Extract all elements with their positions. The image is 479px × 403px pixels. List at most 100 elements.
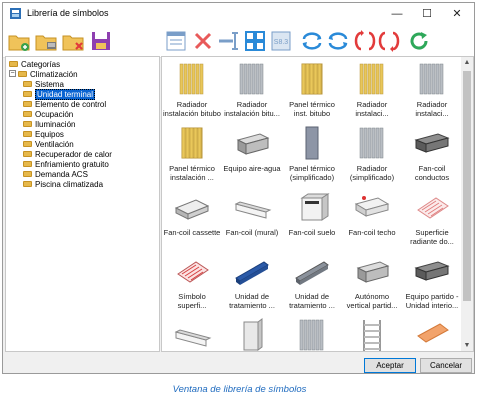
symbol-caption-line1: Radiador <box>176 100 208 109</box>
rotate-icon[interactable] <box>353 29 377 53</box>
export-icon[interactable] <box>326 29 350 53</box>
import-icon[interactable] <box>300 29 324 53</box>
symbol-caption-line1: Panel térmico <box>289 100 335 109</box>
folder-icon <box>23 120 32 127</box>
symbol-caption-line2: conductos <box>414 173 450 182</box>
symbol-caption-line1: Fan-coil techo <box>348 228 396 237</box>
minimize-button[interactable]: — <box>382 3 412 25</box>
symbol-grid[interactable]: Radiador instalación bitubo Radiador instal… <box>161 56 461 352</box>
symbol-caption: Fan-coil suelo <box>282 228 342 237</box>
symbol-item[interactable]: Panel térmico instalación ... <box>162 124 222 188</box>
symbol-item[interactable]: Radiador instalaci... <box>402 60 461 124</box>
flip-icon[interactable] <box>377 29 401 53</box>
symbol-item[interactable]: Unidad de tratamiento ... <box>222 252 282 316</box>
delete-folder-icon[interactable] <box>61 29 85 53</box>
tree-item[interactable]: Unidad terminal <box>23 89 96 100</box>
metadata-icon[interactable]: S8.3 <box>269 29 293 53</box>
symbol-caption-line2: radiante do... <box>410 237 454 246</box>
symbol-item[interactable] <box>162 316 222 351</box>
symbol-caption: Panel térmico inst. bitubo <box>282 100 342 118</box>
insert-icon[interactable] <box>217 29 241 53</box>
cassette-icon <box>174 199 210 220</box>
symbol-item[interactable]: Equipo partido - Unidad interio... <box>402 252 461 316</box>
symbol-caption-line1: Fan-coil cassette <box>163 228 221 237</box>
symbol-item[interactable]: Fan-coil (mural) <box>222 188 282 252</box>
symbol-item[interactable] <box>402 316 461 351</box>
symbol-item[interactable] <box>282 316 342 351</box>
symbol-caption-line2: Unidad interio... <box>405 301 459 310</box>
symbol-item[interactable]: Símbolo superfi... <box>162 252 222 316</box>
close-button[interactable]: ✕ <box>442 3 472 25</box>
symbol-item[interactable]: Panel térmico (simplificado) <box>282 124 342 188</box>
panel-yellow-icon <box>181 127 203 159</box>
tree-item-label: Iluminación <box>35 120 76 129</box>
symbol-caption-line1: Fan-coil (mural) <box>225 228 279 237</box>
tree-item-label: Demanda ACS <box>35 170 88 179</box>
tree-item-label: Elemento de control <box>35 100 107 109</box>
folder-icon <box>23 160 32 167</box>
refresh-icon[interactable] <box>407 29 431 53</box>
tree-item[interactable]: Equipos <box>23 130 64 140</box>
symbol-item[interactable]: Unidad de tratamiento ... <box>282 252 342 316</box>
accept-button[interactable]: Aceptar <box>364 358 416 373</box>
scroll-up-icon[interactable]: ▲ <box>461 57 473 69</box>
symbol-item[interactable]: Radiador (simplificado) <box>342 124 402 188</box>
symbol-caption-line1: Radiador <box>236 100 268 109</box>
symbol-caption-line2: instalación bitu... <box>224 109 280 118</box>
symbol-caption: Fan-coil (mural) <box>222 228 282 237</box>
symbol-caption-line1: Fan-coil suelo <box>288 228 336 237</box>
symbol-item[interactable]: Radiador instalación bitubo <box>162 60 222 124</box>
symbol-item[interactable]: Superficie radiante do... <box>402 188 461 252</box>
window-title: Librería de símbolos <box>27 8 109 18</box>
category-tree[interactable]: Categorías − Climatización Sistema Unidad … <box>5 56 160 352</box>
symbol-item[interactable]: Radiador instalaci... <box>342 60 402 124</box>
tree-item[interactable]: Enfriamiento gratuito <box>23 160 109 170</box>
symbol-item[interactable]: Radiador instalación bitu... <box>222 60 282 124</box>
scroll-down-icon[interactable]: ▼ <box>461 340 473 352</box>
collapse-icon[interactable]: − <box>9 70 16 78</box>
mural-icon <box>234 201 272 219</box>
symbol-item[interactable]: Autónomo vertical partid... <box>342 252 402 316</box>
folder-edit-icon[interactable] <box>34 29 58 53</box>
tree-item[interactable]: Piscina climatizada <box>23 180 103 190</box>
symbol-item[interactable] <box>342 316 402 351</box>
radiator-yellow-icon <box>359 63 384 95</box>
symbol-item[interactable]: Panel térmico inst. bitubo <box>282 60 342 124</box>
radiator-gray-icon <box>359 127 384 159</box>
figure-caption: Ventana de librería de símbolos <box>172 384 307 395</box>
panel-yellow-icon <box>301 63 323 95</box>
symbol-item[interactable]: Equipo aire-agua <box>222 124 282 188</box>
tree-item[interactable]: Iluminación <box>23 120 75 130</box>
tree-item-label: Piscina climatizada <box>35 180 104 189</box>
symbol-caption-line1: Radiador <box>416 100 448 109</box>
radiator-gray-icon <box>239 63 264 95</box>
cancel-button[interactable]: Cancelar <box>420 358 472 373</box>
maximize-button[interactable]: ☐ <box>412 3 442 25</box>
new-folder-icon[interactable] <box>7 29 31 53</box>
tree-item[interactable]: Recuperador de calor <box>23 150 112 160</box>
tree-item[interactable]: Ventilación <box>23 140 74 150</box>
tree-root[interactable]: Categorías <box>9 60 60 70</box>
symbol-caption-line2: vertical partid... <box>346 301 398 310</box>
symbol-item[interactable]: Fan-coil suelo <box>282 188 342 252</box>
tree-item[interactable]: Ocupación <box>23 110 73 120</box>
symbol-item[interactable] <box>222 316 282 351</box>
folder-icon <box>23 110 32 117</box>
vertical-scrollbar[interactable]: ▲ ▼ <box>461 56 474 352</box>
form-icon[interactable] <box>164 29 188 53</box>
tree-item[interactable]: Elemento de control <box>23 100 106 110</box>
scroll-thumb[interactable] <box>463 71 471 301</box>
delete-icon[interactable] <box>191 29 215 53</box>
grid-view-icon[interactable] <box>243 29 267 53</box>
radiator-gray-icon <box>299 319 324 351</box>
symbol-caption: Unidad de tratamiento ... <box>282 292 342 310</box>
tree-group[interactable]: − Climatización <box>9 70 78 80</box>
save-icon[interactable] <box>89 29 113 53</box>
symbol-caption: Superficie radiante do... <box>402 228 461 246</box>
symbol-caption: Panel térmico instalación ... <box>162 164 222 182</box>
symbol-caption-line2: inst. bitubo <box>293 109 331 118</box>
symbol-item[interactable]: Fan-coil techo <box>342 188 402 252</box>
symbol-item[interactable]: Fan-coil conductos <box>402 124 461 188</box>
tree-item[interactable]: Demanda ACS <box>23 170 88 180</box>
symbol-item[interactable]: Fan-coil cassette <box>162 188 222 252</box>
